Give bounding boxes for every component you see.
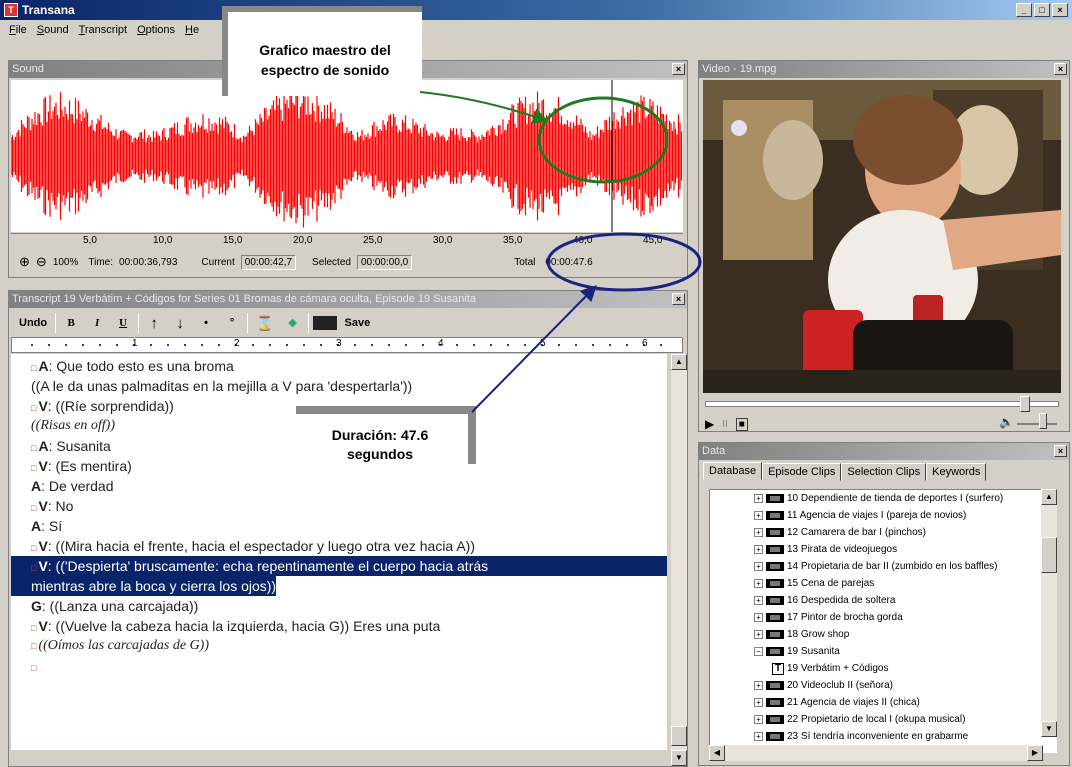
annotation-arrows <box>419 91 702 413</box>
